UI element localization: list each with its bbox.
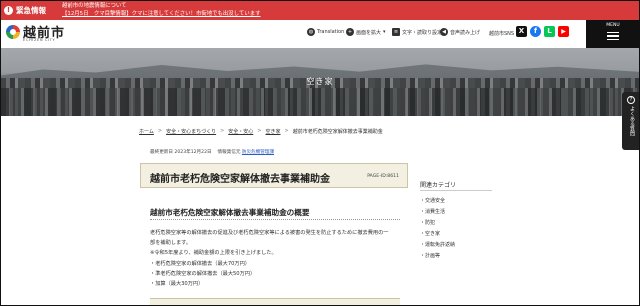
breadcrumb-separator-icon: > — [284, 128, 289, 134]
faq-side-tab[interactable]: ? よくある質問 — [622, 92, 640, 150]
speaker-icon: ◀ — [440, 28, 448, 36]
zoom-icon: + — [346, 28, 354, 36]
logo-subtitle: ECHIZEN CITY — [23, 38, 56, 42]
related-item-traffic-safety[interactable]: 交通安全 — [420, 196, 455, 207]
page-meta: 最終更新日 2023年12月22日 情報発信元 防災危機管理課 — [150, 149, 274, 155]
facebook-icon[interactable]: f — [530, 26, 541, 37]
youtube-icon[interactable]: ▶ — [558, 26, 569, 37]
hero-banner: 空き家 — [0, 48, 640, 116]
page-id: PAGE-ID:8611 — [367, 174, 399, 179]
site-header: 越前市 ECHIZEN CITY ◍ Translation + 画面を拡大 ▾… — [0, 20, 640, 48]
page-title-box: 越前市老朽危険空家解体撤去事業補助金 PAGE-ID:8611 — [140, 163, 408, 188]
breadcrumb-safety-town[interactable]: 安全・安心まちづくり — [166, 128, 216, 135]
emergency-link-bear[interactable]: 【12月5日 クマ目撃情報】クマに注意してください！市街地でも出没しています — [62, 10, 260, 18]
alert-icon: ! — [4, 5, 13, 15]
text-size-label: 画面を拡大 — [356, 29, 382, 36]
next-section-box — [150, 298, 400, 306]
related-item-crime-prevention[interactable]: 防犯 — [420, 218, 455, 229]
sns-label: 越前市SNS — [489, 31, 515, 37]
translation-button[interactable]: ◍ Translation — [307, 27, 344, 37]
breadcrumb-separator-icon: > — [157, 128, 163, 134]
breadcrumb-separator-icon: > — [220, 128, 225, 134]
voice-reading-button[interactable]: ◀ 音声読み上げ — [440, 27, 480, 37]
breadcrumb-current: 越前市老朽危険空家解体撤去事業補助金 — [292, 128, 383, 135]
body-list-item: ・加算（最大30万円） — [150, 281, 204, 288]
x-icon[interactable]: X — [516, 26, 527, 37]
line-icon[interactable]: L — [544, 26, 555, 37]
emergency-title-label: 緊急情報 — [16, 5, 46, 15]
emergency-bar: ! 緊急情報 越前市の地震情報について 【12月5日 クマ目撃情報】クマに注意し… — [0, 0, 640, 20]
breadcrumb-safety[interactable]: 安全・安心 — [228, 128, 253, 135]
hamburger-icon — [607, 32, 619, 40]
section-body: 老朽危険空家等の解体撤去の促進及び老朽危険空家等による被害の発生を防止するために… — [150, 228, 402, 289]
reading-settings-button[interactable]: ≡ 文字・読取り設定 — [392, 27, 442, 37]
related-item-vacant-houses[interactable]: 空き家 — [420, 229, 455, 240]
city-emblem-icon — [6, 25, 20, 39]
source-label: 情報発信元 — [217, 150, 241, 155]
menu-label: MENU — [606, 23, 620, 28]
voice-reading-label: 音声読み上げ — [450, 29, 481, 36]
faq-side-tab-label: よくある質問 — [629, 106, 635, 136]
section-divider — [150, 219, 400, 220]
emergency-link-earthquake[interactable]: 越前市の地震情報について — [62, 2, 260, 10]
page-title: 越前市老朽危険空家解体撤去事業補助金 — [150, 174, 330, 185]
breadcrumb-separator-icon: > — [257, 128, 262, 134]
site-logo[interactable]: 越前市 ECHIZEN CITY — [6, 22, 76, 44]
globe-icon: ◍ — [307, 28, 315, 36]
related-item-license-return[interactable]: 運転免許返納 — [420, 240, 455, 251]
related-item-plans[interactable]: 計画等 — [420, 251, 455, 262]
related-divider — [420, 190, 492, 191]
menu-button[interactable]: MENU — [586, 20, 640, 48]
related-categories-list: 交通安全 消費生活 防犯 空き家 運転免許返納 計画等 — [420, 196, 455, 262]
related-item-consumer-life[interactable]: 消費生活 — [420, 207, 455, 218]
emergency-title: ! 緊急情報 — [4, 0, 58, 20]
breadcrumb-vacant-houses[interactable]: 空き家 — [266, 128, 281, 135]
body-note: ※令和5年度より、補助金額の上限を引き上げました。 — [150, 250, 277, 257]
related-categories-title: 関連カテゴリ — [420, 182, 457, 189]
hero-title: 空き家 — [306, 77, 334, 86]
last-updated: 最終更新日 2023年12月22日 — [150, 150, 212, 155]
body-list-item: ・老朽危険空家の解体撤去（最大70万円） — [150, 260, 250, 267]
section-title: 越前市老朽危険空家解体撤去事業補助金の概要 — [150, 208, 310, 217]
chevron-down-icon: ▾ — [383, 29, 386, 35]
translation-label: Translation — [317, 29, 345, 35]
text-size-button[interactable]: + 画面を拡大 ▾ — [346, 27, 386, 37]
body-paragraph: 部を補助します。 — [150, 240, 191, 247]
body-list-item: ・準老朽危険空家の解体撤去（最大50万円） — [150, 270, 256, 277]
question-icon: ? — [627, 96, 635, 104]
body-paragraph: 老朽危険空家等の解体撤去の促進及び老朽危険空家等による被害の発生を防止するために… — [150, 230, 389, 236]
reading-icon: ≡ — [392, 28, 400, 36]
source-department-link[interactable]: 防災危機管理課 — [242, 150, 274, 155]
breadcrumb: ホーム > 安全・安心まちづくり > 安全・安心 > 空き家 > 越前市老朽危険… — [139, 127, 383, 135]
reading-settings-label: 文字・読取り設定 — [402, 29, 443, 36]
emergency-messages: 越前市の地震情報について 【12月5日 クマ目撃情報】クマに注意してください！市… — [62, 2, 260, 18]
breadcrumb-home[interactable]: ホーム — [139, 128, 154, 135]
